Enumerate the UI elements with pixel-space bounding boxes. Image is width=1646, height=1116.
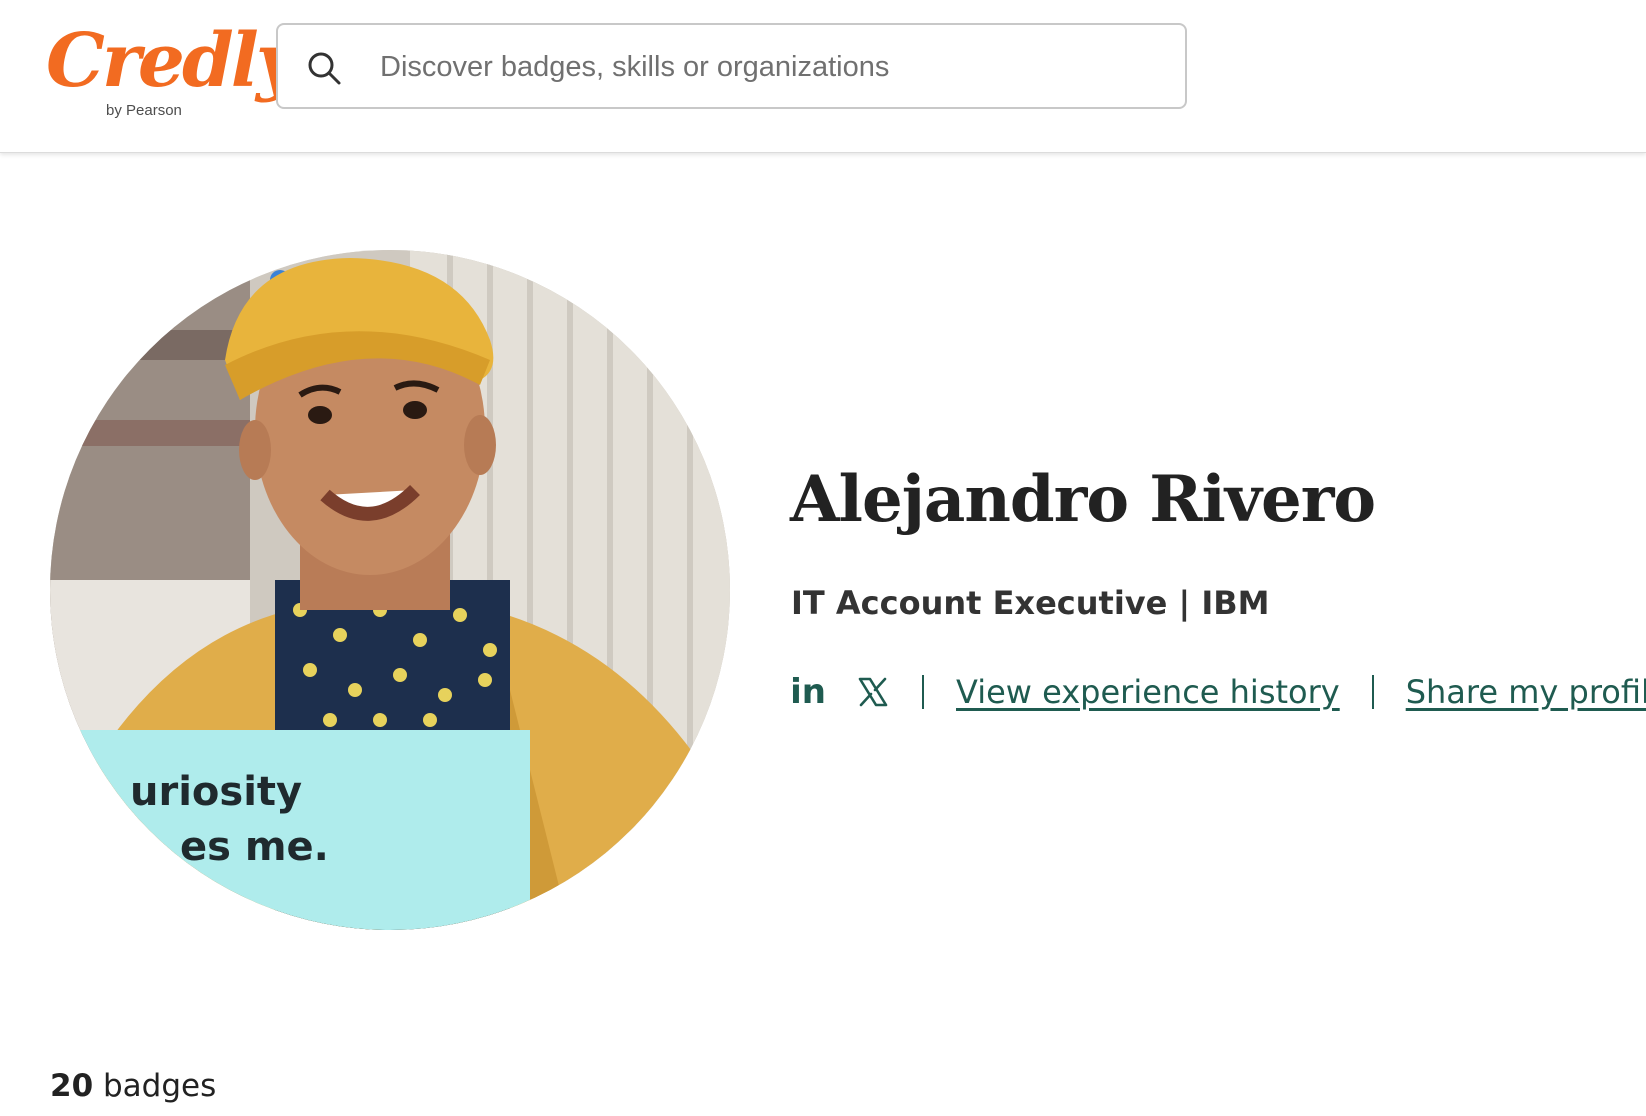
badge-count-number: 20 (50, 1068, 94, 1104)
credly-logo[interactable]: Credly by Pearson (46, 18, 299, 130)
x-link[interactable] (826, 675, 890, 709)
logo-subtitle: by Pearson (106, 102, 182, 119)
photo-caption-line-2: es me. (180, 824, 329, 870)
profile-photo: uriosity es me. (50, 250, 730, 930)
share-profile-link[interactable]: Share my profile (1406, 673, 1646, 711)
logo-wordmark: Credly (46, 18, 299, 104)
profile-title: IT Account Executive | IBM (791, 584, 1270, 622)
photo-caption-line-1: uriosity (130, 769, 302, 815)
badge-count: 20 badges (50, 1068, 216, 1104)
search-input[interactable] (378, 43, 1162, 91)
x-icon[interactable] (856, 675, 890, 709)
divider (922, 675, 924, 709)
search-bar[interactable] (276, 23, 1187, 109)
divider (1371, 675, 1374, 709)
search-icon[interactable] (306, 50, 342, 86)
profile-name: Alejandro Rivero (790, 462, 1376, 537)
linkedin-icon[interactable]: in (790, 672, 826, 712)
view-experience-history-link[interactable]: View experience history (956, 673, 1340, 711)
profile-avatar: uriosity es me. (50, 250, 730, 930)
top-navigation-bar: Credly by Pearson (0, 0, 1646, 153)
badge-count-label: badges (103, 1068, 217, 1104)
profile-links: in View experience history Share my prof… (790, 668, 1646, 716)
